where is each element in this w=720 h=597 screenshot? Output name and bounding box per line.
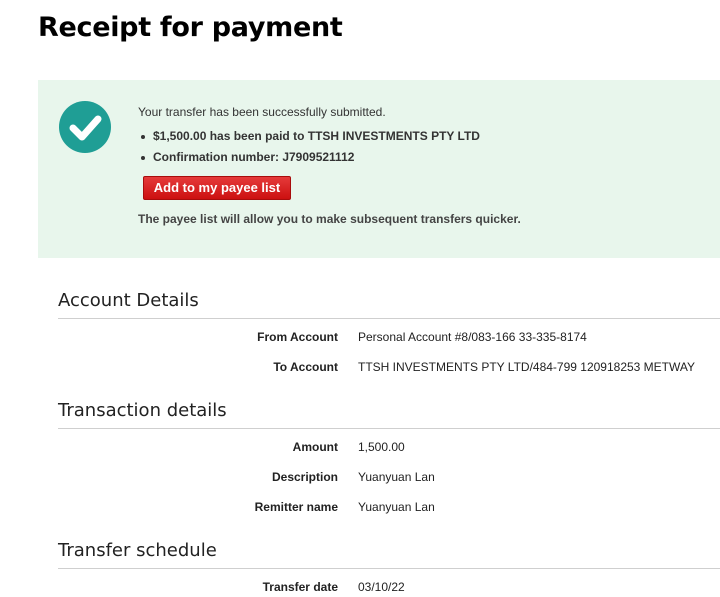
- account-details-heading: Account Details: [58, 290, 199, 311]
- transfer-date-label: Transfer date: [262, 580, 338, 594]
- success-panel: Your transfer has been successfully subm…: [38, 80, 720, 258]
- from-account-value: Personal Account #8/083-166 33-335-8174: [358, 330, 587, 344]
- section-divider: [58, 428, 720, 429]
- checkmark-circle-icon: [59, 101, 111, 153]
- payment-summary-list: $1,500.00 has been paid to TTSH INVESTME…: [138, 129, 480, 171]
- page-title: Receipt for payment: [38, 12, 343, 43]
- section-divider: [58, 318, 720, 319]
- success-message: Your transfer has been successfully subm…: [138, 105, 386, 119]
- paid-amount-item: $1,500.00 has been paid to TTSH INVESTME…: [138, 129, 480, 150]
- description-label: Description: [271, 470, 338, 484]
- amount-value: 1,500.00: [358, 440, 405, 454]
- remitter-name-label: Remitter name: [254, 500, 338, 514]
- add-to-payee-list-button[interactable]: Add to my payee list: [143, 176, 291, 200]
- from-account-label: From Account: [257, 330, 338, 344]
- payee-list-note: The payee list will allow you to make su…: [138, 212, 521, 226]
- transfer-date-value: 03/10/22: [358, 580, 405, 594]
- remitter-name-value: Yuanyuan Lan: [358, 500, 435, 514]
- confirmation-number-item: Confirmation number: J7909521112: [138, 150, 480, 171]
- description-value: Yuanyuan Lan: [358, 470, 435, 484]
- transfer-schedule-heading: Transfer schedule: [58, 540, 217, 561]
- amount-label: Amount: [292, 440, 338, 454]
- to-account-value: TTSH INVESTMENTS PTY LTD/484-799 1209182…: [358, 360, 696, 374]
- section-divider: [58, 568, 720, 569]
- to-account-label: To Account: [273, 360, 338, 374]
- transaction-details-heading: Transaction details: [58, 400, 227, 421]
